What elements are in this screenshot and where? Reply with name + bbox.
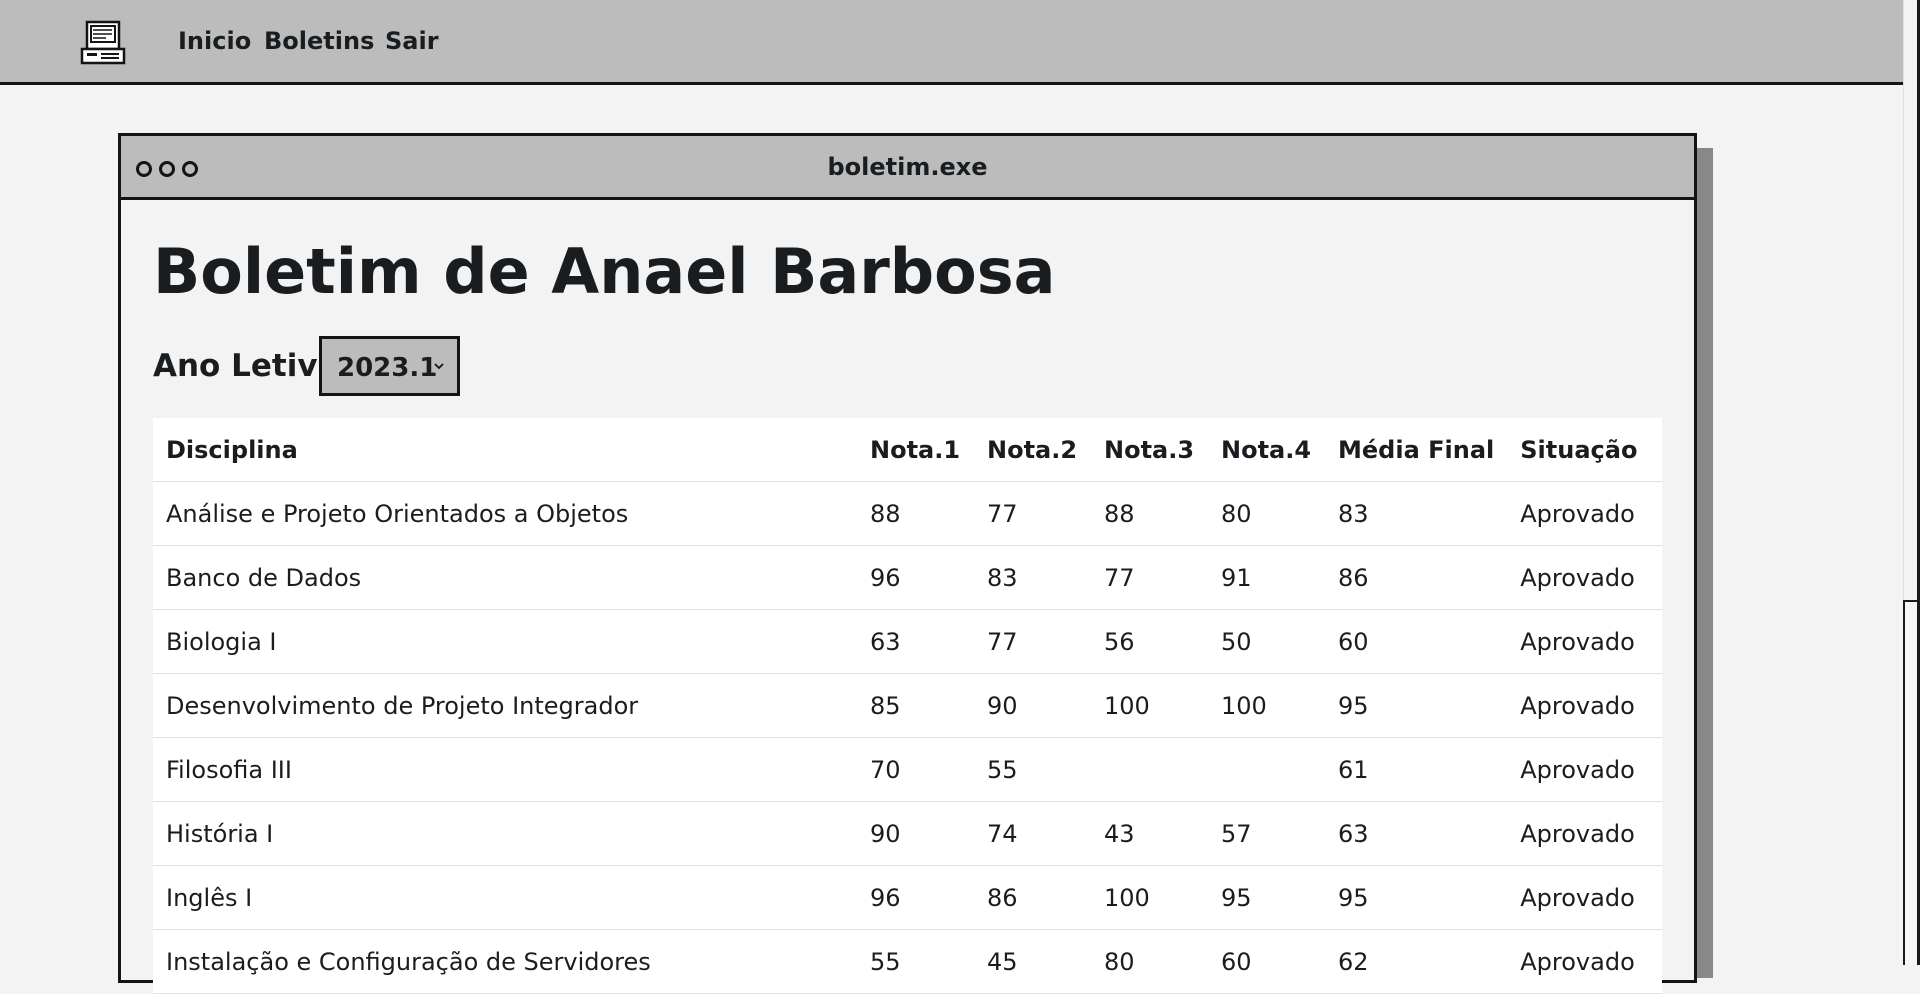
chevron-down-icon (434, 363, 444, 370)
cell-situacao: Aprovado (1507, 481, 1662, 546)
window-title: boletim.exe (827, 153, 988, 181)
cell-nota1: 85 (857, 673, 974, 738)
year-select-value: 2023.1 (337, 353, 438, 383)
top-navbar: Inicio Boletins Sair (0, 0, 1903, 85)
table-row: Biologia I 63 77 56 50 60 Aprovado (153, 609, 1662, 674)
page-title: Boletim de Anael Barbosa (153, 235, 1056, 308)
cell-media-final: 86 (1325, 545, 1508, 610)
table-row: Banco de Dados 96 83 77 91 86 Aprovado (153, 545, 1662, 610)
cell-nota3: 88 (1091, 481, 1208, 546)
cell-disciplina: Banco de Dados (153, 545, 857, 610)
cell-media-final: 83 (1325, 481, 1508, 546)
cell-disciplina: Filosofia III (153, 737, 857, 802)
column-header: Disciplina (153, 418, 857, 482)
cell-media-final: 95 (1325, 865, 1508, 930)
cell-disciplina: Desenvolvimento de Projeto Integrador (153, 673, 857, 738)
cell-situacao: Aprovado (1507, 929, 1662, 994)
column-header: Nota.4 (1208, 418, 1325, 482)
cell-nota2: 55 (974, 737, 1091, 802)
cell-nota1: 96 (857, 865, 974, 930)
nav-link-inicio[interactable]: Inicio (178, 24, 251, 58)
cell-nota4: 95 (1208, 865, 1325, 930)
cell-nota2: 90 (974, 673, 1091, 738)
retro-computer-icon[interactable] (79, 19, 127, 67)
nav-link-boletins[interactable]: Boletins (264, 24, 374, 58)
nav-link-sair[interactable]: Sair (385, 24, 439, 58)
table-row: História I 90 74 43 57 63 Aprovado (153, 801, 1662, 866)
cell-nota4: 100 (1208, 673, 1325, 738)
cell-nota4: 57 (1208, 801, 1325, 866)
cell-nota3: 77 (1091, 545, 1208, 610)
cell-situacao: Aprovado (1507, 545, 1662, 610)
grades-table: Disciplina Nota.1 Nota.2 Nota.3 Nota.4 M… (153, 418, 1662, 994)
cell-disciplina: Análise e Projeto Orientados a Objetos (153, 481, 857, 546)
cell-nota2: 86 (974, 865, 1091, 930)
cell-media-final: 62 (1325, 929, 1508, 994)
cell-disciplina: História I (153, 801, 857, 866)
column-header: Média Final (1325, 418, 1508, 482)
cell-nota4: 50 (1208, 609, 1325, 674)
cell-situacao: Aprovado (1507, 737, 1662, 802)
cell-media-final: 95 (1325, 673, 1508, 738)
table-header-row: Disciplina Nota.1 Nota.2 Nota.3 Nota.4 M… (153, 418, 1662, 482)
scrollbar-thumb[interactable] (1903, 600, 1917, 965)
cell-nota2: 45 (974, 929, 1091, 994)
table-row: Inglês I 96 86 100 95 95 Aprovado (153, 865, 1662, 930)
column-header: Situação (1507, 418, 1662, 482)
cell-nota2: 77 (974, 609, 1091, 674)
cell-disciplina: Biologia I (153, 609, 857, 674)
window-titlebar[interactable]: boletim.exe (121, 136, 1694, 200)
cell-nota1: 96 (857, 545, 974, 610)
cell-nota1: 70 (857, 737, 974, 802)
cell-situacao: Aprovado (1507, 609, 1662, 674)
cell-media-final: 60 (1325, 609, 1508, 674)
cell-media-final: 61 (1325, 737, 1508, 802)
cell-situacao: Aprovado (1507, 801, 1662, 866)
cell-nota2: 77 (974, 481, 1091, 546)
year-label: Ano Letivo (153, 348, 339, 384)
table-row: Instalação e Configuração de Servidores … (153, 929, 1662, 994)
cell-nota1: 63 (857, 609, 974, 674)
column-header: Nota.2 (974, 418, 1091, 482)
cell-nota1: 88 (857, 481, 974, 546)
boletim-window: boletim.exe Boletim de Anael Barbosa Ano… (118, 133, 1697, 994)
cell-media-final: 63 (1325, 801, 1508, 866)
cell-nota3: 43 (1091, 801, 1208, 866)
cell-nota3: 56 (1091, 609, 1208, 674)
year-select[interactable]: 2023.1 (319, 336, 460, 396)
cell-nota4 (1208, 737, 1325, 802)
cell-nota3: 80 (1091, 929, 1208, 994)
cell-nota1: 55 (857, 929, 974, 994)
cell-nota1: 90 (857, 801, 974, 866)
cell-nota3: 100 (1091, 865, 1208, 930)
cell-situacao: Aprovado (1507, 865, 1662, 930)
vertical-scrollbar[interactable] (1903, 0, 1920, 965)
cell-nota2: 83 (974, 545, 1091, 610)
table-row: Análise e Projeto Orientados a Objetos 8… (153, 481, 1662, 546)
cell-nota4: 80 (1208, 481, 1325, 546)
cell-nota4: 60 (1208, 929, 1325, 994)
cell-nota4: 91 (1208, 545, 1325, 610)
cell-nota3 (1091, 737, 1208, 802)
cell-disciplina: Inglês I (153, 865, 857, 930)
cell-situacao: Aprovado (1507, 673, 1662, 738)
cell-nota2: 74 (974, 801, 1091, 866)
table-row: Desenvolvimento de Projeto Integrador 85… (153, 673, 1662, 738)
column-header: Nota.3 (1091, 418, 1208, 482)
column-header: Nota.1 (857, 418, 974, 482)
cell-disciplina: Instalação e Configuração de Servidores (153, 929, 857, 994)
table-row: Filosofia III 70 55 61 Aprovado (153, 737, 1662, 802)
cell-nota3: 100 (1091, 673, 1208, 738)
